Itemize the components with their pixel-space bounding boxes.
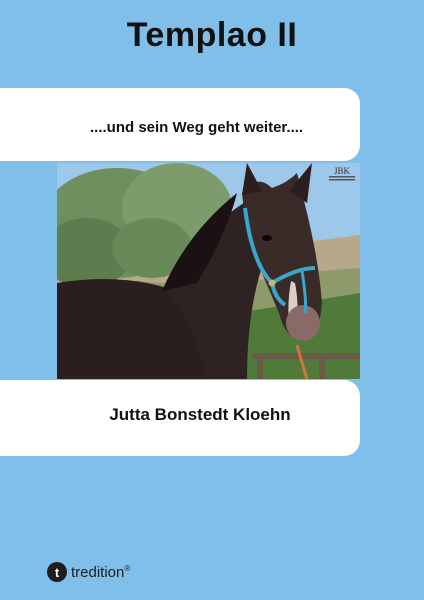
photo-logo: JBK <box>334 166 351 176</box>
cover-photo-horse: JBK <box>57 163 360 379</box>
book-title: Templao II <box>126 16 298 54</box>
tredition-logo-icon: t <box>47 562 67 582</box>
publisher-logo: t tredition® <box>47 562 130 582</box>
book-subtitle: ....und sein Weg geht weiter.... <box>90 119 304 136</box>
book-author: Jutta Bonstedt Kloehn <box>109 405 291 424</box>
publisher-name: tredition® <box>71 563 131 581</box>
